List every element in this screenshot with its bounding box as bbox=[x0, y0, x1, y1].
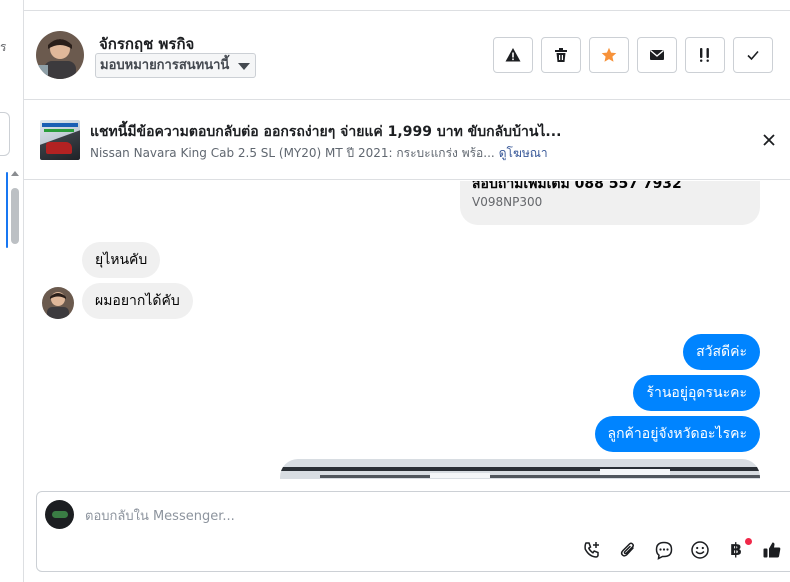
scrollbar-thumb[interactable] bbox=[11, 188, 19, 244]
close-icon[interactable] bbox=[759, 130, 779, 150]
image-detail bbox=[320, 475, 760, 478]
caret-down-icon bbox=[238, 63, 251, 70]
previous-message: สอบถามเพิ่มเติม 088 557 7932 V098NP300 bbox=[460, 181, 760, 225]
incoming-message: ยุไหนคับ bbox=[82, 242, 161, 278]
chat-header: จักรกฤช พรกิจ มอบหมายการสนทนานี้ bbox=[24, 11, 790, 100]
assign-label: มอบหมายการสนทนานี้ bbox=[100, 58, 230, 73]
paperclip-icon[interactable] bbox=[616, 538, 640, 562]
outgoing-message: ร้านอยู่อุดรนะคะ bbox=[633, 375, 760, 411]
thumbs-up-icon[interactable] bbox=[760, 538, 784, 562]
ad-subtitle-text: Nissan Navara King Cab 2.5 SL (MY20) MT … bbox=[90, 146, 495, 160]
ad-title: แชทนี้มีข้อความตอบกลับต่อ ออกรถง่ายๆ จ่า… bbox=[90, 124, 562, 140]
truncated-list-text: ร bbox=[0, 40, 7, 54]
message-subtext: V098NP300 bbox=[472, 195, 543, 209]
reply-composer: ฿ bbox=[36, 491, 790, 572]
car-image bbox=[46, 142, 72, 154]
thumb-text-band bbox=[44, 129, 74, 132]
spam-button[interactable] bbox=[493, 37, 533, 73]
message-thread: สอบถามเพิ่มเติม 088 557 7932 V098NP300 ย… bbox=[24, 181, 790, 479]
envelope-icon bbox=[650, 49, 664, 60]
ad-context-banner: แชทนี้มีข้อความตอบกลับต่อ ออกรถง่ายๆ จ่า… bbox=[24, 100, 790, 180]
selected-indicator bbox=[6, 172, 8, 248]
outgoing-message: ลูกค้าอยู่จังหวัดอะไรคะ bbox=[594, 416, 760, 452]
page-avatar bbox=[45, 500, 74, 529]
star-button[interactable] bbox=[589, 37, 629, 73]
warning-icon bbox=[505, 48, 521, 62]
emoji-icon[interactable] bbox=[688, 538, 712, 562]
ad-thumbnail[interactable] bbox=[40, 120, 80, 160]
image-detail bbox=[280, 467, 760, 471]
ad-subtitle: Nissan Navara King Cab 2.5 SL (MY20) MT … bbox=[90, 144, 548, 163]
notification-dot bbox=[745, 538, 752, 545]
avatar[interactable] bbox=[42, 287, 74, 319]
header-actions bbox=[493, 37, 773, 73]
scroll-up-arrow-icon[interactable] bbox=[11, 171, 19, 176]
inbox-chat-window: ร จักรกฤช พรกิจ มอบหมายการสนทนานี้ แชทนี… bbox=[0, 0, 790, 582]
image-detail bbox=[430, 473, 490, 478]
mark-unread-button[interactable] bbox=[637, 37, 677, 73]
reply-input[interactable] bbox=[85, 506, 525, 526]
avatar[interactable] bbox=[36, 31, 84, 79]
image-attachment[interactable] bbox=[280, 459, 760, 479]
baht-symbol: ฿ bbox=[730, 540, 742, 560]
composer-tools: ฿ bbox=[580, 538, 784, 562]
star-icon bbox=[601, 47, 617, 62]
outgoing-message: สวัสดีค่ะ bbox=[683, 334, 760, 370]
image-detail bbox=[600, 469, 670, 475]
thumb-text-band bbox=[42, 123, 78, 127]
list-card-edge[interactable] bbox=[0, 112, 10, 156]
view-ad-link[interactable]: ดูโฆษณา bbox=[499, 146, 548, 160]
saved-reply-icon[interactable] bbox=[652, 538, 676, 562]
check-icon bbox=[747, 50, 759, 61]
assign-conversation-dropdown[interactable]: มอบหมายการสนทนานี้ bbox=[95, 53, 257, 78]
call-add-icon[interactable] bbox=[580, 538, 604, 562]
conversation-list-edge: ร bbox=[0, 0, 24, 582]
follow-up-icon bbox=[700, 48, 709, 62]
incoming-message: ผมอยากได้คับ bbox=[82, 283, 193, 319]
mark-done-button[interactable] bbox=[733, 37, 773, 73]
follow-up-button[interactable] bbox=[685, 37, 725, 73]
trash-icon bbox=[555, 48, 567, 62]
delete-button[interactable] bbox=[541, 37, 581, 73]
baht-icon[interactable]: ฿ bbox=[724, 538, 752, 562]
message-text: สอบถามเพิ่มเติม 088 557 7932 bbox=[472, 181, 682, 192]
